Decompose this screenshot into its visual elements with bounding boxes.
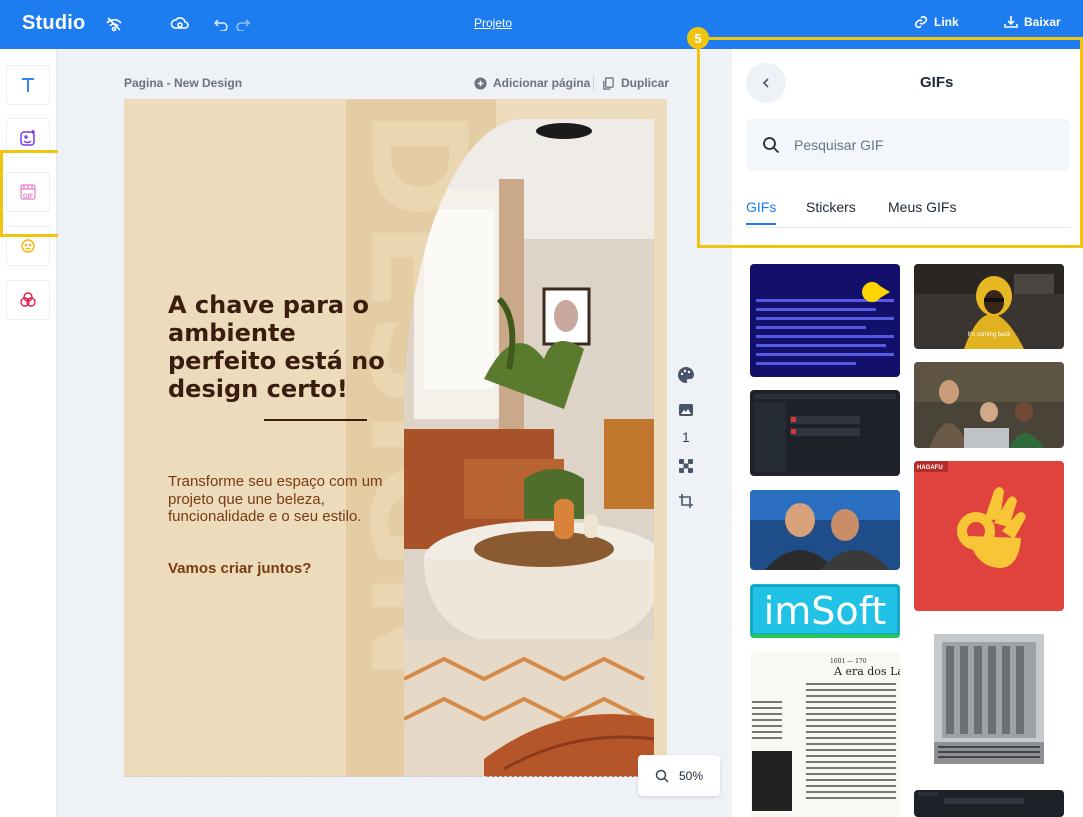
page-label: Pagina - New Design bbox=[124, 76, 243, 90]
image-icon[interactable] bbox=[678, 402, 694, 418]
image-add-icon bbox=[20, 130, 35, 146]
design-page[interactable]: DESIGN A chave para o ambiente perfeito … bbox=[124, 99, 667, 777]
gif-item-newspaper[interactable]: 1601 — 170 A era dos Lar bbox=[750, 651, 900, 817]
copy-icon bbox=[603, 76, 614, 90]
smiley-icon bbox=[21, 239, 35, 253]
gif-item-men-laughing[interactable] bbox=[750, 490, 900, 570]
zoom-control[interactable]: 50% bbox=[638, 755, 720, 796]
gif-item-ok-hand[interactable]: HAGAFU bbox=[914, 461, 1064, 611]
color-tool-button[interactable] bbox=[6, 280, 50, 320]
book-title-text: A era dos Lar bbox=[833, 665, 900, 678]
brand-logo[interactable]: Studio bbox=[22, 12, 85, 35]
imsoft-text: imSoft bbox=[764, 589, 887, 633]
gif-item-meeting[interactable] bbox=[914, 362, 1064, 448]
redo-icon[interactable] bbox=[236, 17, 250, 31]
design-cta[interactable]: Vamos criar juntos? bbox=[168, 560, 311, 577]
download-icon bbox=[1004, 16, 1018, 28]
page-number: 1 bbox=[682, 429, 690, 445]
duplicate-button[interactable]: Duplicar bbox=[602, 76, 669, 90]
text-tool-button[interactable] bbox=[6, 65, 50, 105]
hagafu-text: HAGAFU bbox=[917, 465, 943, 471]
add-circle-icon bbox=[474, 76, 487, 90]
gif-item-pacman[interactable] bbox=[750, 264, 900, 377]
add-page-label: Adicionar página bbox=[493, 76, 591, 90]
download-button[interactable]: Baixar bbox=[1004, 15, 1061, 29]
grid-dots-icon[interactable] bbox=[678, 458, 694, 474]
gif-item-dark-app[interactable] bbox=[750, 390, 900, 476]
undo-icon[interactable] bbox=[214, 17, 228, 31]
project-title[interactable]: Projeto bbox=[474, 16, 512, 30]
duplicate-label: Duplicar bbox=[621, 76, 670, 90]
gif-item-imsoft[interactable]: imSoft bbox=[750, 584, 900, 638]
headline-underline bbox=[264, 419, 367, 421]
book-year-text: 1601 — 170 bbox=[830, 658, 867, 665]
cloud-sync-icon[interactable] bbox=[170, 14, 190, 34]
add-page-button[interactable]: Adicionar página bbox=[474, 76, 590, 90]
interior-photo[interactable] bbox=[404, 119, 654, 777]
toolbar-divider bbox=[593, 75, 594, 90]
download-label: Baixar bbox=[1024, 15, 1061, 29]
crop-icon[interactable] bbox=[678, 493, 694, 509]
annotation-badge-5: 5 bbox=[687, 27, 709, 49]
link-label: Link bbox=[934, 15, 959, 29]
color-circles-icon bbox=[20, 292, 36, 307]
yellow-hoodie-caption: It's coming back bbox=[968, 332, 1012, 338]
text-icon bbox=[22, 78, 34, 92]
signal-hand-icon bbox=[106, 17, 122, 32]
search-icon bbox=[655, 769, 669, 783]
gif-item-yellow-hoodie[interactable]: It's coming back bbox=[914, 264, 1064, 349]
design-headline[interactable]: A chave para o ambiente perfeito está no… bbox=[168, 291, 388, 403]
zoom-level: 50% bbox=[678, 768, 704, 783]
palette-icon[interactable] bbox=[677, 366, 695, 384]
annotation-box-5 bbox=[697, 37, 1083, 248]
page-bottom-guide bbox=[124, 776, 667, 777]
gif-item-dark-ui[interactable] bbox=[914, 790, 1064, 817]
gif-item-server-chassis[interactable] bbox=[914, 624, 1064, 776]
link-button[interactable]: Link bbox=[914, 15, 959, 29]
link-icon bbox=[914, 15, 928, 29]
design-body-text[interactable]: Transforme seu espaço com um projeto que… bbox=[168, 473, 388, 526]
